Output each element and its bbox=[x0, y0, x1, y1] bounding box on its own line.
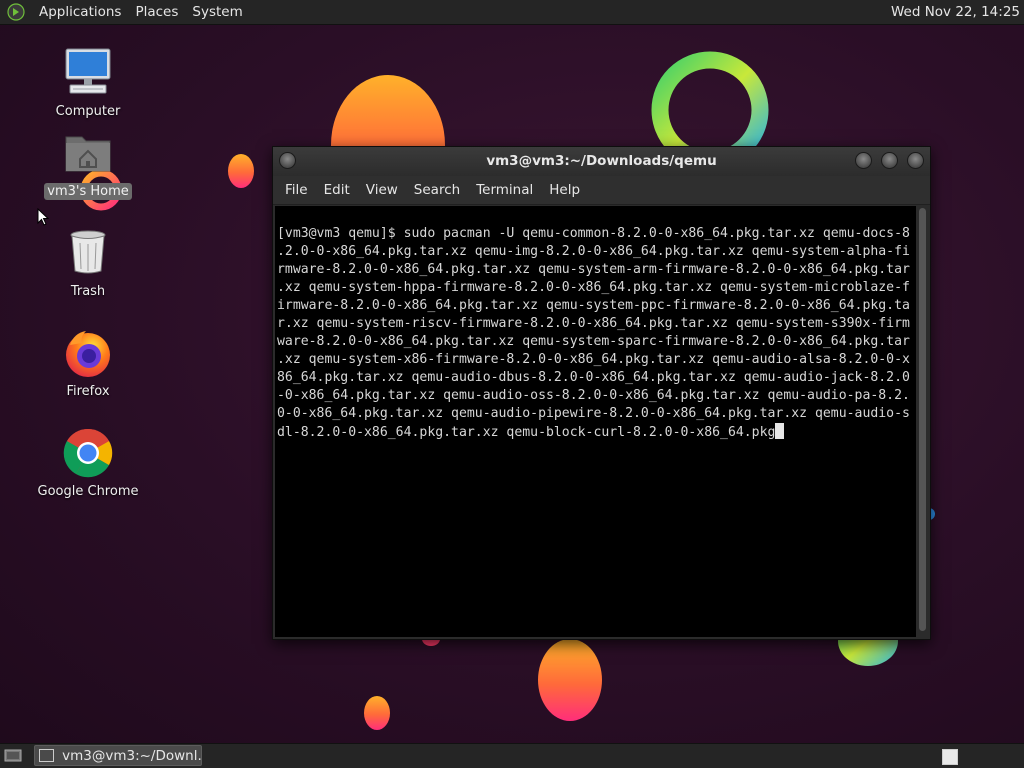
menu-applications[interactable]: Applications bbox=[32, 0, 128, 25]
terminal-line: -0-x86_64.pkg.tar.xz qemu-audio-oss-8.2.… bbox=[277, 388, 910, 403]
scrollbar-thumb[interactable] bbox=[919, 208, 926, 631]
home-folder-icon bbox=[60, 125, 116, 181]
desktop-icon-firefox[interactable]: Firefox bbox=[33, 325, 143, 400]
terminal-line: 86_64.pkg.tar.xz qemu-audio-dbus-8.2.0-0… bbox=[277, 370, 910, 385]
terminal-line: .xz qemu-system-hppa-firmware-8.2.0-0-x8… bbox=[277, 280, 910, 295]
terminal-title: vm3@vm3:~/Downloads/qemu bbox=[486, 153, 717, 169]
terminal-line: ware-8.2.0-0-x86_64.pkg.tar.xz qemu-syst… bbox=[277, 334, 910, 349]
clock[interactable]: Wed Nov 22, 14:25 bbox=[891, 4, 1020, 20]
bottom-panel: vm3@vm3:~/Downl... bbox=[0, 743, 1024, 768]
desktop-icon-label: Computer bbox=[55, 104, 121, 119]
terminal-line: .xz qemu-system-x86-firmware-8.2.0-0-x86… bbox=[277, 352, 910, 367]
menu-system[interactable]: System bbox=[185, 0, 249, 25]
desktop-icon-chrome[interactable]: Google Chrome bbox=[33, 425, 143, 500]
trash-icon bbox=[60, 225, 116, 281]
terminal-titlebar[interactable]: vm3@vm3:~/Downloads/qemu bbox=[273, 147, 930, 176]
terminal-line: [vm3@vm3 qemu]$ sudo pacman -U qemu-comm… bbox=[277, 226, 910, 241]
menu-places[interactable]: Places bbox=[128, 0, 185, 25]
terminal-output[interactable]: [vm3@vm3 qemu]$ sudo pacman -U qemu-comm… bbox=[275, 206, 916, 637]
terminal-text: [vm3@vm3 qemu]$ sudo pacman -U qemu-comm… bbox=[277, 207, 917, 478]
computer-icon bbox=[60, 45, 116, 101]
desktop-icon-label: Trash bbox=[70, 284, 106, 299]
menu-search[interactable]: Search bbox=[406, 182, 468, 198]
terminal-icon bbox=[39, 749, 55, 762]
show-desktop-icon[interactable] bbox=[4, 748, 22, 763]
desktop-icon-trash[interactable]: Trash bbox=[33, 225, 143, 300]
mouse-cursor-icon bbox=[37, 208, 49, 226]
terminal-line: .2.0-0-x86_64.pkg.tar.xz qemu-img-8.2.0-… bbox=[277, 244, 910, 259]
terminal-line: dl-8.2.0-0-x86_64.pkg.tar.xz qemu-block-… bbox=[277, 425, 776, 440]
menu-view[interactable]: View bbox=[358, 182, 406, 198]
workspace-switcher-icon[interactable] bbox=[942, 749, 958, 765]
terminal-line: irmware-8.2.0-0-x86_64.pkg.tar.xz qemu-s… bbox=[277, 298, 910, 313]
close-icon[interactable] bbox=[907, 152, 924, 169]
menu-edit[interactable]: Edit bbox=[316, 182, 358, 198]
terminal-scrollbar[interactable] bbox=[916, 206, 929, 637]
distro-logo-icon[interactable] bbox=[7, 3, 25, 21]
terminal-line: rmware-8.2.0-0-x86_64.pkg.tar.xz qemu-sy… bbox=[277, 262, 910, 277]
top-panel: Applications Places System Wed Nov 22, 1… bbox=[0, 0, 1024, 25]
desktop-icon-home[interactable]: vm3's Home bbox=[33, 125, 143, 200]
terminal-menubar: File Edit View Search Terminal Help bbox=[273, 176, 930, 205]
desktop-icon-label: Firefox bbox=[66, 384, 110, 399]
terminal-line: 0-0-x86_64.pkg.tar.xz qemu-audio-pipewir… bbox=[277, 406, 910, 421]
terminal-window[interactable]: vm3@vm3:~/Downloads/qemu File Edit View … bbox=[272, 146, 931, 640]
terminal-line: r.xz qemu-system-riscv-firmware-8.2.0-0-… bbox=[277, 316, 910, 331]
taskbar-window-label: vm3@vm3:~/Downl... bbox=[62, 747, 201, 764]
desktop-icon-label: vm3's Home bbox=[44, 183, 132, 200]
desktop-icon-computer[interactable]: Computer bbox=[33, 45, 143, 120]
menu-terminal[interactable]: Terminal bbox=[468, 182, 541, 198]
menu-file[interactable]: File bbox=[277, 182, 316, 198]
window-menu-icon[interactable] bbox=[279, 152, 296, 169]
firefox-icon bbox=[60, 325, 116, 381]
minimize-icon[interactable] bbox=[855, 152, 872, 169]
chrome-icon bbox=[60, 425, 116, 481]
desktop-icon-label: Google Chrome bbox=[37, 484, 139, 499]
taskbar-window-button[interactable]: vm3@vm3:~/Downl... bbox=[34, 745, 202, 766]
maximize-icon[interactable] bbox=[881, 152, 898, 169]
text-cursor bbox=[775, 423, 785, 439]
menu-help[interactable]: Help bbox=[541, 182, 588, 198]
